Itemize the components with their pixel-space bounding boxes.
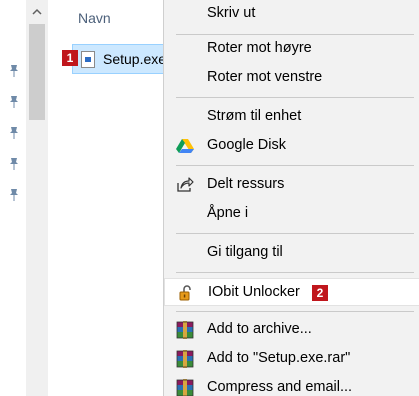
callout-badge-2: 2 <box>312 285 328 301</box>
pin-icon[interactable] <box>8 188 20 202</box>
pin-icon[interactable] <box>8 157 20 171</box>
menu-item-label: IObit Unlocker <box>208 284 300 300</box>
menu-item-label: Gi tilgang til <box>207 244 283 260</box>
menu-item-label: Skriv ut <box>207 5 256 21</box>
menu-item-print[interactable]: Skriv ut <box>164 0 419 28</box>
menu-item-rotate-left[interactable]: Roter mot venstre <box>164 64 419 92</box>
menu-item-label: Strøm til enhet <box>207 108 302 124</box>
menu-separator <box>176 97 414 98</box>
padlock-open-icon <box>176 284 196 302</box>
column-header-name[interactable]: Navn <box>78 10 111 26</box>
share-icon <box>175 176 195 194</box>
pin-icon[interactable] <box>8 95 20 109</box>
menu-item-compress-and-email[interactable]: Compress and email... <box>164 374 419 396</box>
menu-item-label: Compress and email... <box>207 379 353 395</box>
menu-item-label: Roter mot venstre <box>207 69 323 85</box>
menu-separator <box>176 233 414 234</box>
exe-file-icon <box>81 51 95 68</box>
scrollbar-thumb[interactable] <box>29 24 45 120</box>
winrar-icon <box>175 379 195 396</box>
menu-item-label: Add to "Setup.exe.rar" <box>207 350 351 366</box>
vertical-scrollbar[interactable] <box>26 0 48 396</box>
menu-item-cast[interactable]: Strøm til enhet <box>164 103 419 131</box>
winrar-icon <box>175 321 195 339</box>
menu-item-label: Delt ressurs <box>207 176 285 192</box>
pin-icon[interactable] <box>8 64 20 78</box>
menu-item-add-to-archive[interactable]: Add to archive... <box>164 316 419 344</box>
menu-separator <box>176 272 414 273</box>
callout-badge-1: 1 <box>62 50 78 66</box>
menu-item-open-with[interactable]: Åpne i <box>164 200 419 228</box>
google-drive-icon <box>175 137 195 155</box>
file-name: Setup.exe <box>103 51 164 67</box>
menu-separator <box>176 311 414 312</box>
menu-item-rotate-right[interactable]: Roter mot høyre <box>164 35 419 63</box>
menu-item-share[interactable]: Delt ressurs <box>164 171 419 199</box>
menu-item-label: Add to archive... <box>207 321 312 337</box>
quick-access-pane <box>0 0 26 396</box>
pin-icon[interactable] <box>8 126 20 140</box>
menu-item-label: Åpne i <box>207 205 249 221</box>
file-item-selected[interactable]: Setup.exe <box>72 44 164 74</box>
menu-item-add-to-rar[interactable]: Add to "Setup.exe.rar" <box>164 345 419 373</box>
menu-item-label: Roter mot høyre <box>207 40 312 56</box>
menu-item-label: Google Disk <box>207 137 286 153</box>
context-menu: Skriv ut Roter mot høyre Roter mot venst… <box>163 0 419 396</box>
menu-item-iobit-unlocker[interactable]: IObit Unlocker 2 <box>164 278 419 306</box>
menu-item-google-drive[interactable]: Google Disk <box>164 132 419 160</box>
menu-separator <box>176 165 414 166</box>
menu-item-give-access[interactable]: Gi tilgang til <box>164 239 419 267</box>
chevron-up-icon[interactable] <box>26 0 48 22</box>
winrar-icon <box>175 350 195 368</box>
